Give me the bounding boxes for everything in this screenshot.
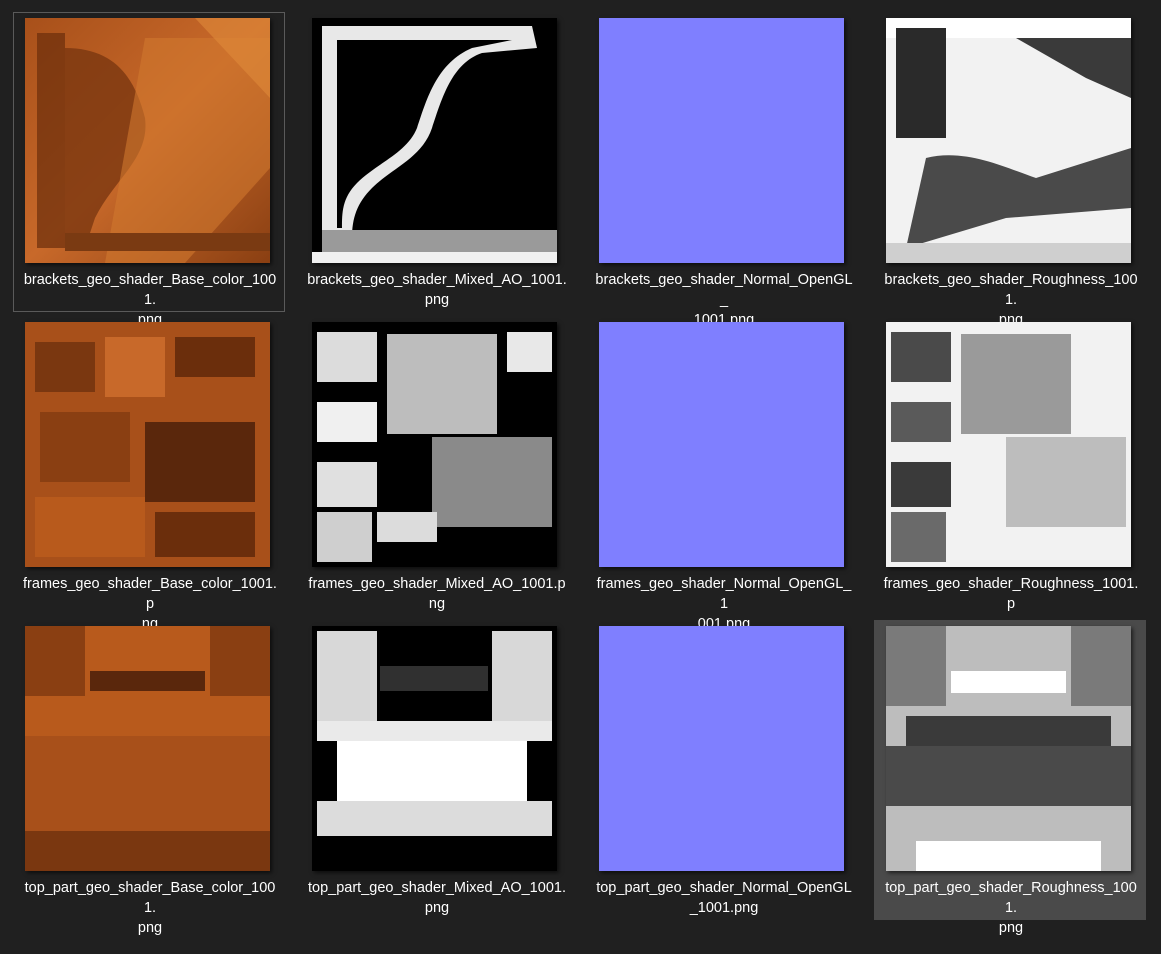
texture-ao-thumbnail [312,322,557,567]
texture-base-color-thumbnail [25,322,270,567]
texture-normal-thumbnail [599,626,844,871]
file-item-top-part-base-color[interactable]: top_part_geo_shader_Base_color_1001. png [13,620,285,936]
file-item-brackets-normal-opengl[interactable]: brackets_geo_shader_Normal_OpenGL_ 1001.p… [587,12,859,328]
file-name: brackets_geo_shader_Mixed_AO_1001. png [307,272,567,308]
texture-ao-thumbnail [312,626,557,871]
texture-roughness-thumbnail [886,322,1131,567]
file-item-top-part-mixed-ao[interactable]: top_part_geo_shader_Mixed_AO_1001. png [300,620,572,920]
file-item-top-part-normal-opengl[interactable]: top_part_geo_shader_Normal_OpenGL _1001.p… [587,620,859,920]
texture-roughness-thumbnail [886,626,1131,871]
file-item-frames-normal-opengl[interactable]: frames_geo_shader_Normal_OpenGL_1 001.png [587,316,859,632]
texture-normal-thumbnail [599,322,844,567]
file-name: top_part_geo_shader_Normal_OpenGL _1001.p… [596,880,852,916]
file-name: top_part_geo_shader_Roughness_1001. png [885,880,1137,936]
texture-base-color-thumbnail [25,18,270,263]
file-name: top_part_geo_shader_Mixed_AO_1001. png [308,880,566,916]
file-item-brackets-base-color[interactable]: brackets_geo_shader_Base_color_1001. png [13,12,285,328]
texture-roughness-thumbnail [886,18,1131,263]
file-grid: brackets_geo_shader_Base_color_1001. png … [0,0,1161,954]
file-item-top-part-roughness[interactable]: top_part_geo_shader_Roughness_1001. png [874,620,1146,936]
file-item-frames-base-color[interactable]: frames_geo_shader_Base_color_1001.p ng [13,316,285,632]
file-name: frames_geo_shader_Mixed_AO_1001.p ng [308,576,566,612]
texture-normal-thumbnail [599,18,844,263]
file-item-brackets-roughness[interactable]: brackets_geo_shader_Roughness_1001. png [874,12,1146,328]
file-item-frames-mixed-ao[interactable]: frames_geo_shader_Mixed_AO_1001.p ng [300,316,572,616]
file-name: top_part_geo_shader_Base_color_1001. png [24,880,276,936]
file-item-brackets-mixed-ao[interactable]: brackets_geo_shader_Mixed_AO_1001. png [300,12,572,312]
texture-base-color-thumbnail [25,626,270,871]
texture-ao-thumbnail [312,18,557,263]
file-item-frames-roughness[interactable]: frames_geo_shader_Roughness_1001.png [874,316,1146,632]
